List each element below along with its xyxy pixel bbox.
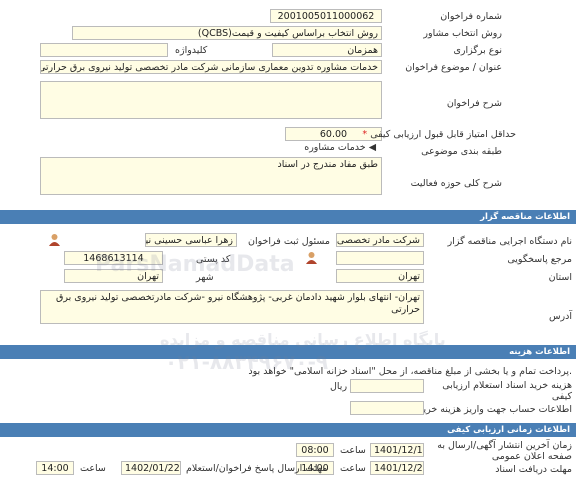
account-field bbox=[350, 401, 424, 415]
category-value: خدمات مشاوره ◀ bbox=[304, 142, 376, 153]
dates-section-header: اطلاعات زمانی ارزیابی کیفی bbox=[0, 423, 576, 437]
fee-field bbox=[350, 379, 424, 393]
province-label: استان bbox=[548, 272, 572, 283]
min-score-label-text: حداقل امتیاز قابل قبول ارزیابی کیفی bbox=[370, 129, 516, 140]
reference-label: مرجع پاسخگویی bbox=[507, 254, 572, 265]
description-label: شرح فراخوان bbox=[446, 98, 502, 109]
scope-field: طبق مفاد مندرج در اسناد bbox=[40, 157, 382, 195]
postal-label: کد پستی bbox=[196, 254, 231, 265]
fee-label: هزینه خرید اسناد استعلام ارزیابی کیفی bbox=[442, 380, 572, 402]
min-score-label: * حداقل امتیاز قابل قبول ارزیابی کیفی bbox=[362, 129, 516, 140]
keyword-field bbox=[40, 43, 168, 57]
address-label: آدرس bbox=[548, 311, 572, 322]
download-label: مهلت دریافت اسناد bbox=[495, 464, 572, 475]
city-label: شهر bbox=[196, 272, 214, 283]
chevron-left-icon: ◀ bbox=[368, 142, 376, 153]
response-date-field: 1402/01/22 bbox=[121, 461, 181, 475]
tender-number-field: 2001005011000062 bbox=[270, 9, 382, 23]
scope-label: شرح کلی حوزه فعالیت bbox=[410, 178, 502, 189]
category-label: طبقه بندی موضوعی bbox=[421, 146, 502, 157]
org-name-label: نام دستگاه اجرایی مناقصه گزار bbox=[447, 236, 572, 247]
title-label: عنوان / موضوع فراخوان bbox=[405, 62, 502, 73]
user-icon[interactable] bbox=[305, 251, 318, 265]
address-field: تهران- انتهای بلوار شهید دادمان غربی- پژ… bbox=[40, 290, 424, 324]
download-time-label: ساعت bbox=[340, 463, 366, 474]
download-date-field: 1401/12/28 bbox=[370, 461, 424, 475]
type-field: همزمان bbox=[272, 43, 382, 57]
publish-date-field: 1401/12/16 bbox=[370, 443, 424, 457]
response-time-label: ساعت bbox=[80, 463, 106, 474]
method-field: روش انتخاب براساس کیفیت و قیمت(QCBS) bbox=[72, 26, 382, 40]
category-text: خدمات مشاوره bbox=[304, 142, 366, 153]
organizer-section-header: اطلاعات مناقصه گزار bbox=[0, 210, 576, 224]
org-name-field: شرکت مادر تخصصی تولید نیروی برق bbox=[336, 233, 424, 247]
description-field bbox=[40, 81, 382, 119]
currency-label: ریال bbox=[330, 381, 348, 392]
publish-time-label: ساعت bbox=[340, 445, 366, 456]
keyword-label: کلیدواژه bbox=[175, 45, 208, 56]
publish-time-field: 08:00 bbox=[296, 443, 334, 457]
publish-label: زمان آخرین انتشار آگهی/ارسال به صفحه اعل… bbox=[437, 440, 572, 462]
title-field: خدمات مشاوره تدوین معماری سازمانی شرکت م… bbox=[40, 60, 382, 74]
registrar-field: زهرا عباسی حسینی نیارکی bbox=[145, 233, 237, 247]
account-label: اطلاعات حساب جهت واریز هزینه خرید bbox=[418, 404, 572, 415]
postal-field: 1468613114 bbox=[64, 251, 163, 265]
response-time-field: 14:00 bbox=[36, 461, 74, 475]
reference-field bbox=[336, 251, 424, 265]
type-label: نوع برگزاری bbox=[453, 45, 502, 56]
tender-number-label: شماره فراخوان bbox=[440, 11, 502, 22]
city-field: تهران bbox=[64, 269, 163, 283]
registrar-label: مسئول ثبت فراخوان bbox=[248, 236, 330, 247]
user-icon[interactable] bbox=[48, 233, 61, 247]
province-field: تهران bbox=[336, 269, 424, 283]
response-label: مهلت ارسال پاسخ فراخوان/استعلام bbox=[186, 463, 328, 474]
method-label: روش انتخاب مشاور bbox=[423, 28, 502, 39]
fee-section-header: اطلاعات هزینه bbox=[0, 345, 576, 359]
treasury-note: پرداخت تمام و یا بخشی از مبلغ مناقصه، از… bbox=[248, 366, 572, 377]
